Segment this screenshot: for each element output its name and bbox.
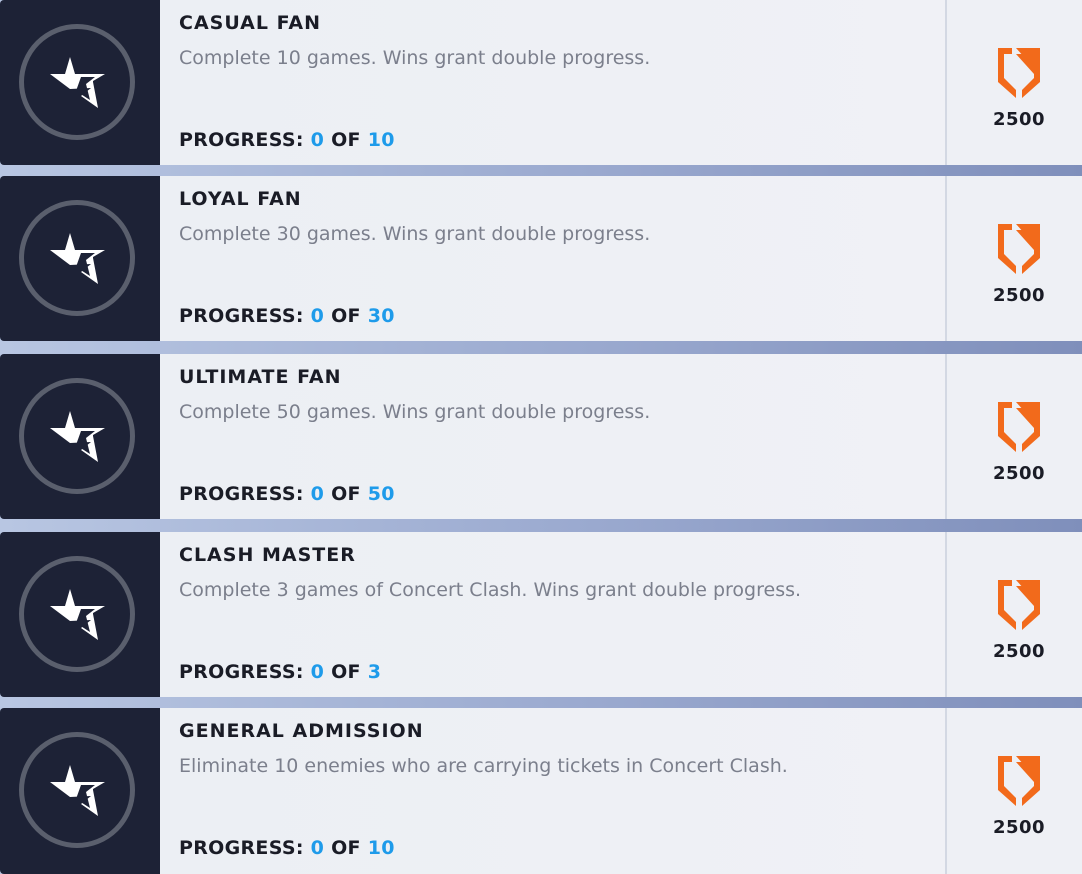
challenge-row[interactable]: GENERAL ADMISSION Eliminate 10 enemies w… <box>0 708 1082 874</box>
reward-panel: 2500 <box>947 176 1082 341</box>
challenge-icon-panel <box>0 176 160 341</box>
battle-pass-xp-shield-icon <box>998 756 1040 806</box>
progress-of: OF <box>331 837 361 859</box>
battle-pass-xp-shield-icon <box>998 402 1040 452</box>
progress-total: 3 <box>367 661 382 683</box>
reward-panel: 2500 <box>947 708 1082 874</box>
challenge-row[interactable]: CLASH MASTER Complete 3 games of Concert… <box>0 532 1082 697</box>
star-icon <box>50 411 105 462</box>
progress-of: OF <box>331 305 361 327</box>
challenge-title: LOYAL FAN <box>179 188 302 210</box>
progress-current: 0 <box>310 129 325 151</box>
reward-amount: 2500 <box>992 109 1046 130</box>
challenge-title: ULTIMATE FAN <box>179 366 342 388</box>
reward-panel: 2500 <box>947 532 1082 697</box>
progress-total: 10 <box>367 129 395 151</box>
challenge-ring <box>19 556 135 672</box>
challenge-body: ULTIMATE FAN Complete 50 games. Wins gra… <box>160 354 947 519</box>
reward-panel: 2500 <box>947 0 1082 165</box>
challenge-row[interactable]: ULTIMATE FAN Complete 50 games. Wins gra… <box>0 354 1082 519</box>
challenge-progress: PROGRESS: 0 OF 3 <box>179 661 381 683</box>
challenge-row[interactable]: CASUAL FAN Complete 10 games. Wins grant… <box>0 0 1082 165</box>
progress-of: OF <box>331 483 361 505</box>
challenge-description: Complete 10 games. Wins grant double pro… <box>179 47 651 69</box>
challenge-body: GENERAL ADMISSION Eliminate 10 enemies w… <box>160 708 947 874</box>
progress-total: 30 <box>367 305 395 327</box>
challenge-icon-panel <box>0 354 160 519</box>
challenge-icon-panel <box>0 532 160 697</box>
reward-amount: 2500 <box>992 463 1046 484</box>
challenge-title: CLASH MASTER <box>179 544 356 566</box>
reward-amount: 2500 <box>992 817 1046 838</box>
challenge-body: LOYAL FAN Complete 30 games. Wins grant … <box>160 176 947 341</box>
progress-label: PROGRESS: <box>179 305 304 327</box>
challenge-ring <box>19 24 135 140</box>
challenge-icon-panel <box>0 708 160 874</box>
progress-current: 0 <box>310 483 325 505</box>
challenge-title: GENERAL ADMISSION <box>179 720 424 742</box>
reward-panel: 2500 <box>947 354 1082 519</box>
challenge-ring <box>19 200 135 316</box>
challenge-description: Complete 3 games of Concert Clash. Wins … <box>179 579 802 601</box>
progress-current: 0 <box>310 661 325 683</box>
star-icon <box>50 233 105 284</box>
progress-label: PROGRESS: <box>179 661 304 683</box>
progress-current: 0 <box>310 305 325 327</box>
progress-current: 0 <box>310 837 325 859</box>
challenge-icon-panel <box>0 0 160 165</box>
battle-pass-xp-shield-icon <box>998 580 1040 630</box>
challenge-progress: PROGRESS: 0 OF 10 <box>179 837 395 859</box>
challenge-ring <box>19 378 135 494</box>
challenge-progress: PROGRESS: 0 OF 10 <box>179 129 395 151</box>
challenge-body: CLASH MASTER Complete 3 games of Concert… <box>160 532 947 697</box>
progress-of: OF <box>331 661 361 683</box>
progress-label: PROGRESS: <box>179 129 304 151</box>
battle-pass-xp-shield-icon <box>998 224 1040 274</box>
progress-of: OF <box>331 129 361 151</box>
progress-label: PROGRESS: <box>179 483 304 505</box>
progress-total: 50 <box>367 483 395 505</box>
challenge-row[interactable]: LOYAL FAN Complete 30 games. Wins grant … <box>0 176 1082 341</box>
challenge-list: CASUAL FAN Complete 10 games. Wins grant… <box>0 0 1082 874</box>
progress-label: PROGRESS: <box>179 837 304 859</box>
reward-amount: 2500 <box>992 285 1046 306</box>
challenge-description: Eliminate 10 enemies who are carrying ti… <box>179 755 788 777</box>
challenge-title: CASUAL FAN <box>179 12 322 34</box>
reward-amount: 2500 <box>992 641 1046 662</box>
challenge-progress: PROGRESS: 0 OF 30 <box>179 305 395 327</box>
progress-total: 10 <box>367 837 395 859</box>
challenge-description: Complete 30 games. Wins grant double pro… <box>179 223 651 245</box>
star-icon <box>50 589 105 640</box>
battle-pass-xp-shield-icon <box>998 48 1040 98</box>
challenge-description: Complete 50 games. Wins grant double pro… <box>179 401 651 423</box>
star-icon <box>50 765 105 816</box>
challenge-body: CASUAL FAN Complete 10 games. Wins grant… <box>160 0 947 165</box>
challenge-progress: PROGRESS: 0 OF 50 <box>179 483 395 505</box>
star-icon <box>50 57 105 108</box>
challenge-ring <box>19 732 135 848</box>
